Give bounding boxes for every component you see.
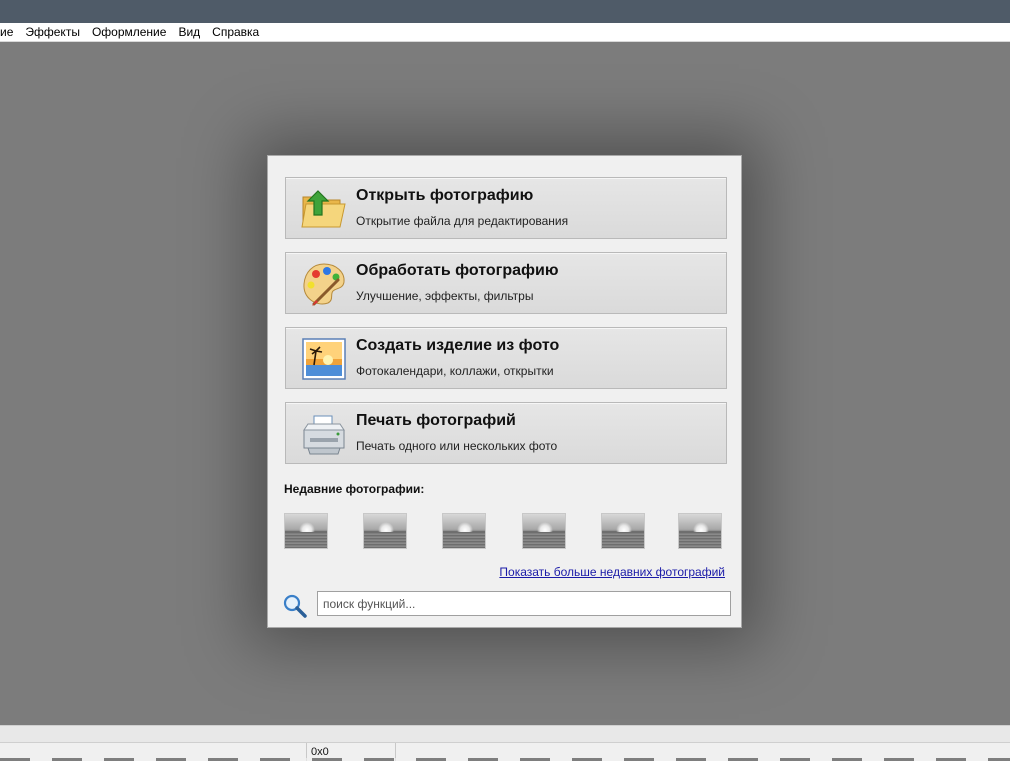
- print-photos-subtitle: Печать одного или нескольких фото: [356, 439, 558, 453]
- window-titlebar: [0, 0, 1010, 23]
- thumbnail-image: [364, 532, 406, 548]
- open-folder-icon: [300, 185, 348, 233]
- search-icon: [282, 593, 308, 619]
- menu-item-view[interactable]: Вид: [172, 23, 206, 42]
- open-photo-subtitle: Открытие файла для редактирования: [356, 214, 569, 228]
- create-product-title: Создать изделие из фото: [356, 337, 560, 354]
- thumbnail-image: [443, 532, 485, 548]
- search-functions-input[interactable]: [317, 591, 731, 616]
- recent-photo-thumbnail[interactable]: [442, 513, 486, 549]
- thumbnail-image: [679, 532, 721, 548]
- recent-photo-thumbnail[interactable]: [363, 513, 407, 549]
- menu-item-help[interactable]: Справка: [206, 23, 265, 42]
- recent-photos-label: Недавние фотографии:: [284, 482, 425, 496]
- status-bar: 0x0: [0, 742, 1010, 761]
- start-panel: Открыть фотографию Открытие файла для ре…: [267, 155, 742, 628]
- create-product-button[interactable]: Создать изделие из фото Фотокалендари, к…: [285, 327, 727, 389]
- menu-item-image[interactable]: ие: [0, 23, 19, 42]
- thumbnail-image: [523, 532, 565, 548]
- thumbnail-image: [602, 532, 644, 548]
- edit-photo-subtitle: Улучшение, эффекты, фильтры: [356, 289, 534, 303]
- print-photos-button[interactable]: Печать фотографий Печать одного или неск…: [285, 402, 727, 464]
- recent-photo-thumbnail[interactable]: [601, 513, 645, 549]
- horizontal-scroll-area: [0, 725, 1010, 742]
- recent-photo-thumbnail[interactable]: [678, 513, 722, 549]
- edit-photo-title: Обработать фотографию: [356, 262, 559, 279]
- edit-photo-button[interactable]: Обработать фотографию Улучшение, эффекты…: [285, 252, 727, 314]
- recent-photo-thumbnail[interactable]: [284, 513, 328, 549]
- thumbnail-image: [285, 532, 327, 548]
- palette-icon: [300, 260, 348, 308]
- print-photos-title: Печать фотографий: [356, 412, 516, 429]
- recent-photo-thumbnail[interactable]: [522, 513, 566, 549]
- photo-product-icon: [300, 335, 348, 383]
- menu-item-design[interactable]: Оформление: [86, 23, 172, 42]
- create-product-subtitle: Фотокалендари, коллажи, открытки: [356, 364, 554, 378]
- open-photo-button[interactable]: Открыть фотографию Открытие файла для ре…: [285, 177, 727, 239]
- menu-bar: ие Эффекты Оформление Вид Справка: [0, 23, 1010, 42]
- show-more-recent-link[interactable]: Показать больше недавних фотографий: [499, 565, 725, 579]
- open-photo-title: Открыть фотографию: [356, 187, 534, 204]
- printer-icon: [300, 410, 348, 458]
- menu-item-effects[interactable]: Эффекты: [19, 23, 86, 42]
